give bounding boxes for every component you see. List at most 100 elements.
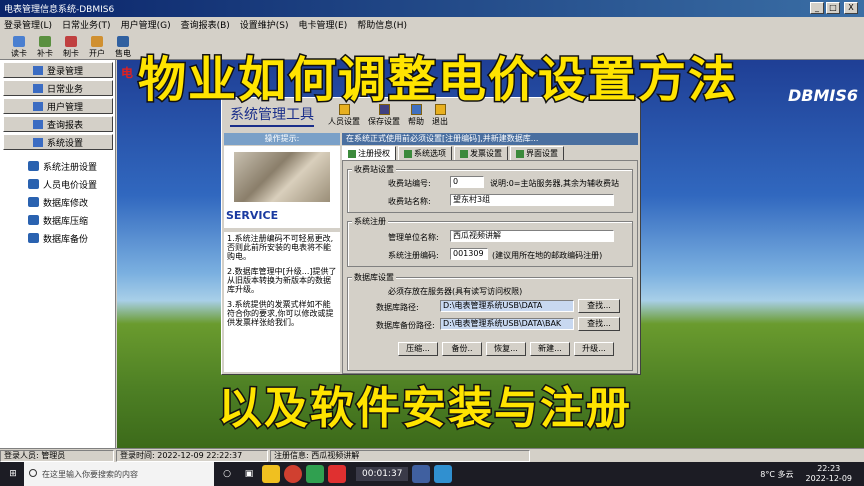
taskbar-search[interactable]: 在这里输入你要搜索的内容 — [24, 462, 214, 486]
menu-login[interactable]: 登录管理(L) — [4, 18, 52, 31]
menu-users[interactable]: 用户管理(G) — [121, 18, 171, 31]
station-group-label: 收费站设置 — [352, 164, 396, 175]
red-label: 电 — [121, 66, 134, 80]
window-icon — [516, 149, 524, 158]
read-card-button[interactable]: 读卡 — [6, 33, 32, 59]
db-bak-find-button[interactable]: 查找... — [578, 317, 620, 331]
db-path-label: 数据库路径: — [376, 303, 419, 312]
new-db-button[interactable]: 新建... — [530, 342, 570, 356]
tab-register[interactable]: 注册授权 — [342, 146, 396, 160]
card-icon — [39, 36, 51, 47]
reg-code-label: 系统注册编码: — [388, 251, 439, 260]
system-tool-dialog: 系统管理工具 人员设置 保存设置 帮助 退出 操作提示: 在系统正式使用前必须设… — [221, 97, 641, 375]
card-icon — [13, 36, 25, 47]
compress-button[interactable]: 压缩... — [398, 342, 438, 356]
service-image: SERVICE — [224, 146, 340, 228]
hint-bar: 在系统正式使用前必须设置[注册编码],并新建数据库... — [342, 133, 638, 145]
taskbar: ⊞ 在这里输入你要搜索的内容 ○ ▣ 00:01:37 8°C 多云 22:23… — [0, 462, 864, 486]
weather-text[interactable]: 8°C 多云 — [760, 469, 793, 480]
settings-icon — [32, 137, 43, 147]
task-view-icon[interactable]: ○ — [218, 465, 236, 483]
backup-button[interactable]: 备份.. — [442, 342, 482, 356]
minimize-button[interactable]: _ — [810, 2, 824, 14]
nav-settings[interactable]: 系统设置 — [3, 134, 113, 150]
menu-reports[interactable]: 查询报表(B) — [181, 18, 230, 31]
system-tray: 8°C 多云 22:23 2022-12-09 — [760, 462, 864, 486]
browser-icon[interactable] — [284, 465, 302, 483]
app3-icon[interactable] — [412, 465, 431, 483]
app-window: 电表管理信息系统-DBMIS6 _ □ X 登录管理(L) 日常业务(T) 用户… — [0, 0, 864, 462]
restore-button[interactable]: 恢复... — [486, 342, 526, 356]
status-bar: 登录人员: 管理员 登录时间: 2022-12-09 22:22:37 注册信息… — [0, 448, 864, 462]
status-login-time: 登录时间: 2022-12-09 22:22:37 — [116, 449, 268, 462]
menu-daily[interactable]: 日常业务(T) — [62, 18, 111, 31]
db-path-field[interactable]: D:\电表管理系统USB\DATA — [440, 300, 574, 312]
invoice-icon — [460, 149, 468, 158]
user-icon — [91, 36, 103, 47]
database-icon — [28, 233, 39, 243]
card-icon — [65, 36, 77, 47]
folder-icon[interactable] — [262, 465, 280, 483]
db-note: 必须存放在服务器(具有读写访问权限) — [388, 287, 523, 296]
register-icon — [28, 161, 39, 171]
tools-picture — [234, 152, 330, 202]
nav-sub-db-backup[interactable]: 数据库备份 — [0, 229, 115, 247]
nav-sub-register[interactable]: 系统注册设置 — [0, 157, 115, 175]
menu-help[interactable]: 帮助信息(H) — [357, 18, 407, 31]
search-icon — [29, 469, 37, 477]
gear-icon — [404, 149, 412, 158]
station-no-field[interactable]: 0 — [450, 176, 484, 188]
menu-settings[interactable]: 设置维护(S) — [240, 18, 289, 31]
app-icon[interactable] — [306, 465, 324, 483]
widgets-icon[interactable]: ▣ — [240, 465, 258, 483]
nav-sub-price[interactable]: 人员电价设置 — [0, 175, 115, 193]
register-group: 系统注册 管理单位名称: 西瓜视频讲解 系统注册编码: 001309 (建议用所… — [347, 216, 633, 267]
close-button[interactable]: X — [844, 2, 858, 14]
brand-logo: DBMIS6 — [787, 86, 858, 105]
tab-invoice[interactable]: 发票设置 — [454, 146, 508, 160]
overlay-subtitle: 以及软件安装与注册 — [217, 382, 632, 436]
reg-code-note: (建议用所在地的邮政编码注册) — [492, 251, 603, 260]
db-path-find-button[interactable]: 查找... — [578, 299, 620, 313]
title-bar: 电表管理信息系统-DBMIS6 _ □ X — [0, 0, 864, 17]
start-button[interactable]: ⊞ — [2, 465, 24, 483]
note-3: 3.系统提供的发票式样如不能符合你的要求,你可以修改或提供发票样张给我们。 — [227, 300, 334, 327]
note-2: 2.数据库管理中[升级...]提供了从旧版本转换为新版本的数据库升级。 — [227, 267, 337, 294]
db-bak-label: 数据库备份路径: — [376, 321, 435, 330]
clock[interactable]: 22:23 2022-12-09 — [806, 464, 853, 484]
left-nav: 登录管理 日常业务 用户管理 查询报表 系统设置 系统注册设置 人员电价设置 数… — [0, 60, 116, 448]
db-group: 数据库设置 必须存放在服务器(具有读写访问权限) 数据库路径: D:\电表管理系… — [347, 272, 633, 371]
overlay-title: 物业如何调整电价设置方法 — [136, 51, 739, 110]
status-user: 登录人员: 管理员 — [0, 449, 114, 462]
reissue-card-button[interactable]: 补卡 — [32, 33, 58, 59]
reports-icon — [32, 119, 43, 129]
tab-interface[interactable]: 界面设置 — [510, 146, 564, 160]
db-bak-field[interactable]: D:\电表管理系统USB\DATA\BAK — [440, 318, 574, 330]
unit-name-field[interactable]: 西瓜视频讲解 — [450, 230, 614, 242]
app2-icon[interactable] — [328, 465, 346, 483]
reg-code-field[interactable]: 001309 — [450, 248, 488, 260]
tab-options[interactable]: 系统选项 — [398, 146, 452, 160]
sell-power-button[interactable]: 售电 — [110, 33, 136, 59]
open-account-button[interactable]: 开户 — [84, 33, 110, 59]
make-card-button[interactable]: 制卡 — [58, 33, 84, 59]
nav-daily[interactable]: 日常业务 — [3, 80, 113, 96]
daily-icon — [32, 83, 43, 93]
upgrade-button[interactable]: 升级... — [574, 342, 614, 356]
nav-users[interactable]: 用户管理 — [3, 98, 113, 114]
station-group: 收费站设置 收费站编号: 0 说明:0=主站服务器,其余为辅收费站 收费站名称:… — [347, 164, 633, 213]
maximize-button[interactable]: □ — [826, 2, 840, 14]
nav-reports[interactable]: 查询报表 — [3, 116, 113, 132]
nav-sub-db-edit[interactable]: 数据库修改 — [0, 193, 115, 211]
op-hint-title: 操作提示: — [224, 133, 340, 145]
nav-login[interactable]: 登录管理 — [3, 62, 113, 78]
menu-card[interactable]: 电卡管理(E) — [299, 18, 348, 31]
person-icon — [28, 179, 39, 189]
nav-sub-db-compress[interactable]: 数据库压缩 — [0, 211, 115, 229]
station-name-field[interactable]: 望东村3组 — [450, 194, 614, 206]
menu-bar: 登录管理(L) 日常业务(T) 用户管理(G) 查询报表(B) 设置维护(S) … — [0, 17, 864, 32]
station-no-label: 收费站编号: — [388, 179, 431, 188]
app4-icon[interactable] — [434, 465, 453, 483]
register-group-label: 系统注册 — [352, 216, 388, 227]
station-name-label: 收费站名称: — [388, 197, 431, 206]
